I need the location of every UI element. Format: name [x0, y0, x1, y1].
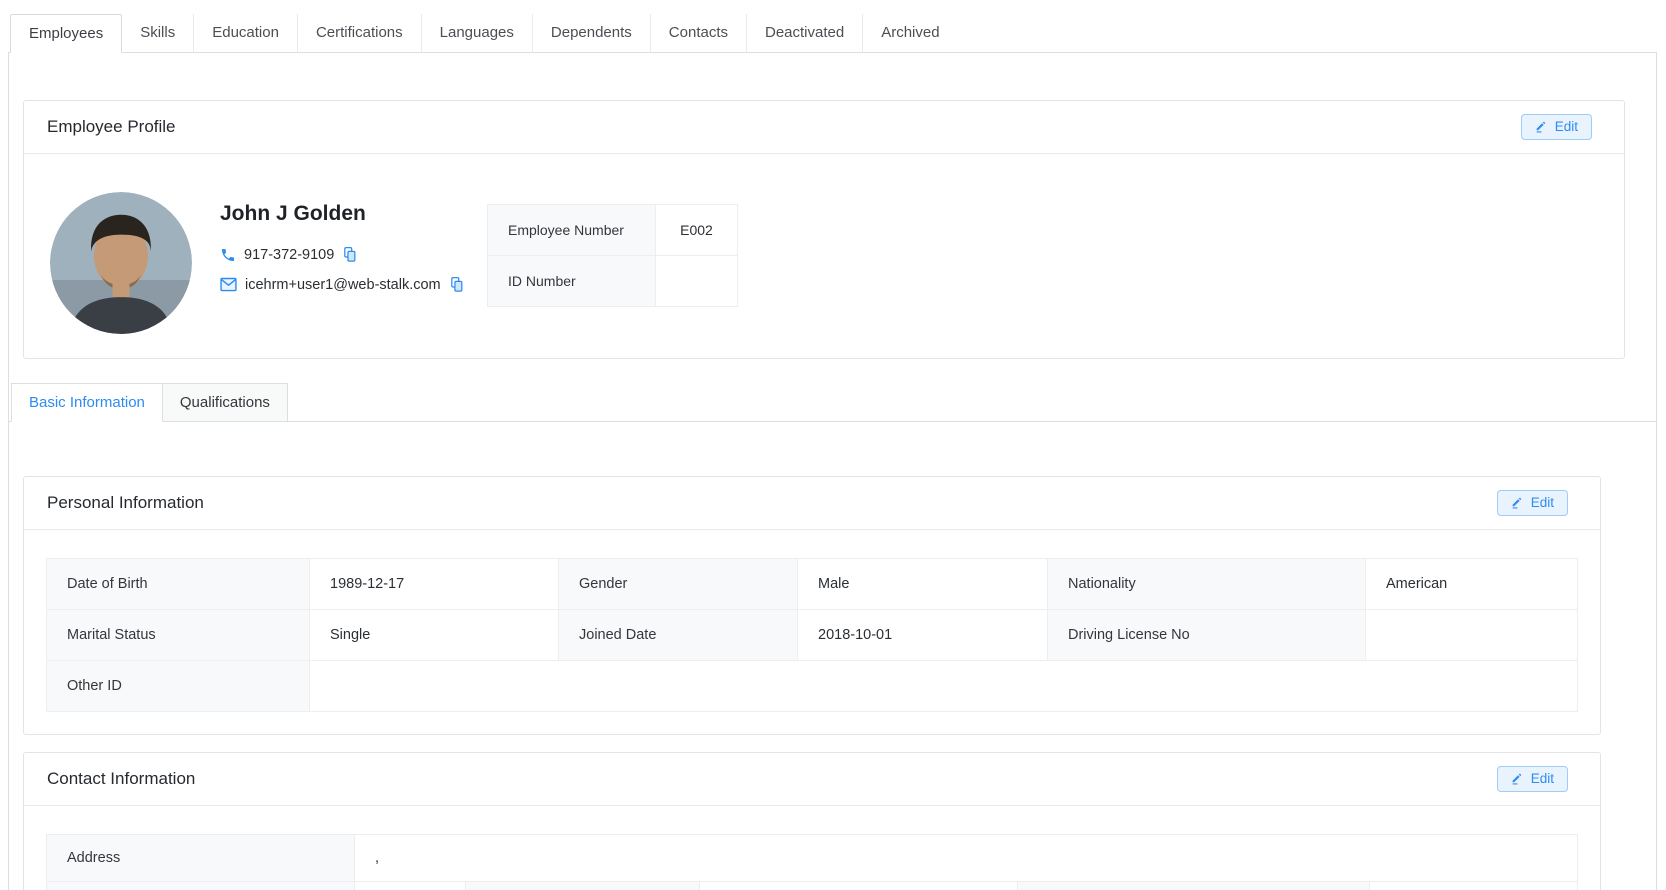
- tab-certifications[interactable]: Certifications: [296, 14, 421, 53]
- tab-archived[interactable]: Archived: [862, 14, 957, 53]
- employee-identity: John J Golden 917-372-9109 icehrm+user1@…: [220, 192, 463, 306]
- contact-information-card: Contact Information Edit Address ,: [23, 752, 1601, 890]
- table-row: Date of Birth 1989-12-17 Gender Male Nat…: [46, 558, 1578, 610]
- gender-label: Gender: [558, 558, 798, 610]
- copy-email-icon[interactable]: [449, 276, 464, 293]
- nationality-value: American: [1365, 558, 1578, 610]
- tab-dependents[interactable]: Dependents: [531, 14, 650, 53]
- employee-id-table: Employee Number E002 ID Number: [487, 204, 738, 307]
- phone-number: 917-372-9109: [244, 246, 335, 263]
- pencil-icon: [1511, 772, 1524, 785]
- dob-value: 1989-12-17: [309, 558, 559, 610]
- contact-information-header: Contact Information Edit: [24, 753, 1600, 806]
- tab-basic-information[interactable]: Basic Information: [11, 383, 163, 422]
- pencil-icon: [1535, 120, 1548, 133]
- tab-skills[interactable]: Skills: [122, 14, 193, 53]
- joined-date-label: Joined Date: [558, 609, 798, 661]
- tab-languages[interactable]: Languages: [420, 14, 532, 53]
- table-row: Employee Number E002: [487, 204, 738, 256]
- gender-value: Male: [797, 558, 1048, 610]
- tab-employees[interactable]: Employees: [10, 14, 123, 53]
- envelope-icon: [220, 277, 237, 292]
- employee-number-value: E002: [655, 204, 738, 256]
- basic-information-panel: Personal Information Edit Date of Birth …: [9, 421, 1656, 890]
- contact-edit-button[interactable]: Edit: [1496, 766, 1568, 792]
- email-row: icehrm+user1@web-stalk.com: [220, 276, 463, 293]
- country-value: United States: [699, 881, 1018, 890]
- joined-date-value: 2018-10-01: [797, 609, 1048, 661]
- email-address: icehrm+user1@web-stalk.com: [245, 276, 441, 293]
- table-row: Marital Status Single Joined Date 2018-1…: [46, 609, 1578, 661]
- postal-zip-label: Postal/Zip Code: [1017, 881, 1370, 890]
- tab-qualifications[interactable]: Qualifications: [162, 383, 288, 422]
- edit-label: Edit: [1530, 771, 1554, 786]
- pencil-icon: [1511, 496, 1524, 509]
- tab-education[interactable]: Education: [193, 14, 297, 53]
- table-row: ID Number: [487, 255, 738, 307]
- address-label: Address: [46, 834, 355, 882]
- employee-profile-body: John J Golden 917-372-9109 icehrm+user1@…: [24, 154, 1624, 358]
- profile-edit-button[interactable]: Edit: [1520, 114, 1592, 140]
- personal-information-table: Date of Birth 1989-12-17 Gender Male Nat…: [46, 558, 1578, 712]
- dob-label: Date of Birth: [46, 558, 310, 610]
- personal-edit-button[interactable]: Edit: [1496, 490, 1568, 516]
- city-label: City: [46, 881, 355, 890]
- id-number-label: ID Number: [487, 255, 656, 307]
- other-id-value: [309, 660, 1578, 712]
- table-row: City Country United States Postal/Zip Co…: [46, 881, 1578, 890]
- nationality-label: Nationality: [1047, 558, 1366, 610]
- personal-information-title: Personal Information: [47, 493, 204, 512]
- postal-zip-value: [1369, 881, 1578, 890]
- table-row: Address ,: [46, 834, 1578, 882]
- edit-label: Edit: [1554, 119, 1578, 134]
- table-row: Other ID: [46, 660, 1578, 712]
- employees-panel: Employee Profile Edit John J Golden 917-…: [8, 52, 1657, 890]
- marital-status-label: Marital Status: [46, 609, 310, 661]
- employee-profile-title: Employee Profile: [47, 117, 176, 136]
- city-value: [354, 881, 466, 890]
- contact-information-title: Contact Information: [47, 769, 196, 788]
- personal-information-header: Personal Information Edit: [24, 477, 1600, 530]
- marital-status-value: Single: [309, 609, 559, 661]
- copy-phone-icon[interactable]: [342, 246, 357, 263]
- driving-license-label: Driving License No: [1047, 609, 1366, 661]
- other-id-label: Other ID: [46, 660, 310, 712]
- main-tab-bar: Employees Skills Education Certification…: [0, 0, 1666, 53]
- tab-contacts[interactable]: Contacts: [649, 14, 746, 53]
- address-value: ,: [354, 834, 1578, 882]
- phone-icon: [220, 247, 236, 263]
- country-label: Country: [465, 881, 700, 890]
- employee-name: John J Golden: [220, 202, 366, 225]
- edit-label: Edit: [1530, 495, 1554, 510]
- driving-license-value: [1365, 609, 1578, 661]
- tab-deactivated[interactable]: Deactivated: [746, 14, 862, 53]
- personal-information-body: Date of Birth 1989-12-17 Gender Male Nat…: [24, 530, 1600, 734]
- employee-number-label: Employee Number: [487, 204, 656, 256]
- contact-information-body: Address , City Country United States Pos…: [24, 806, 1600, 890]
- employee-profile-header: Employee Profile Edit: [24, 101, 1624, 154]
- employee-photo[interactable]: [50, 192, 192, 334]
- contact-information-table: Address , City Country United States Pos…: [46, 834, 1578, 890]
- id-number-value: [655, 255, 738, 307]
- phone-row: 917-372-9109: [220, 246, 457, 263]
- employee-profile-card: Employee Profile Edit John J Golden 917-…: [23, 100, 1625, 359]
- personal-information-card: Personal Information Edit Date of Birth …: [23, 476, 1601, 735]
- detail-tab-bar: Basic Information Qualifications: [9, 383, 1656, 422]
